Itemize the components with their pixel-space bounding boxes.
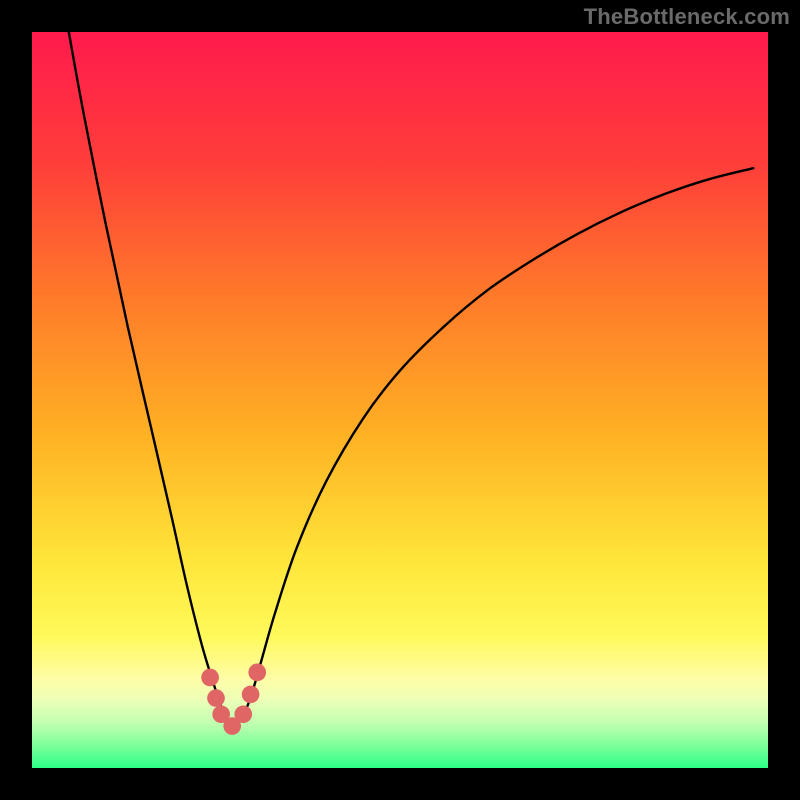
minimum-marker-dot <box>201 669 219 687</box>
chart-frame: TheBottleneck.com <box>0 0 800 800</box>
minimum-marker-dot <box>207 689 225 707</box>
plot-area <box>32 32 768 768</box>
minimum-marker-dot <box>242 686 260 704</box>
minimum-marker-dot <box>234 705 252 723</box>
watermark-text: TheBottleneck.com <box>584 4 790 30</box>
minimum-marker-dot <box>248 663 266 681</box>
gradient-background <box>32 32 768 768</box>
chart-svg <box>32 32 768 768</box>
